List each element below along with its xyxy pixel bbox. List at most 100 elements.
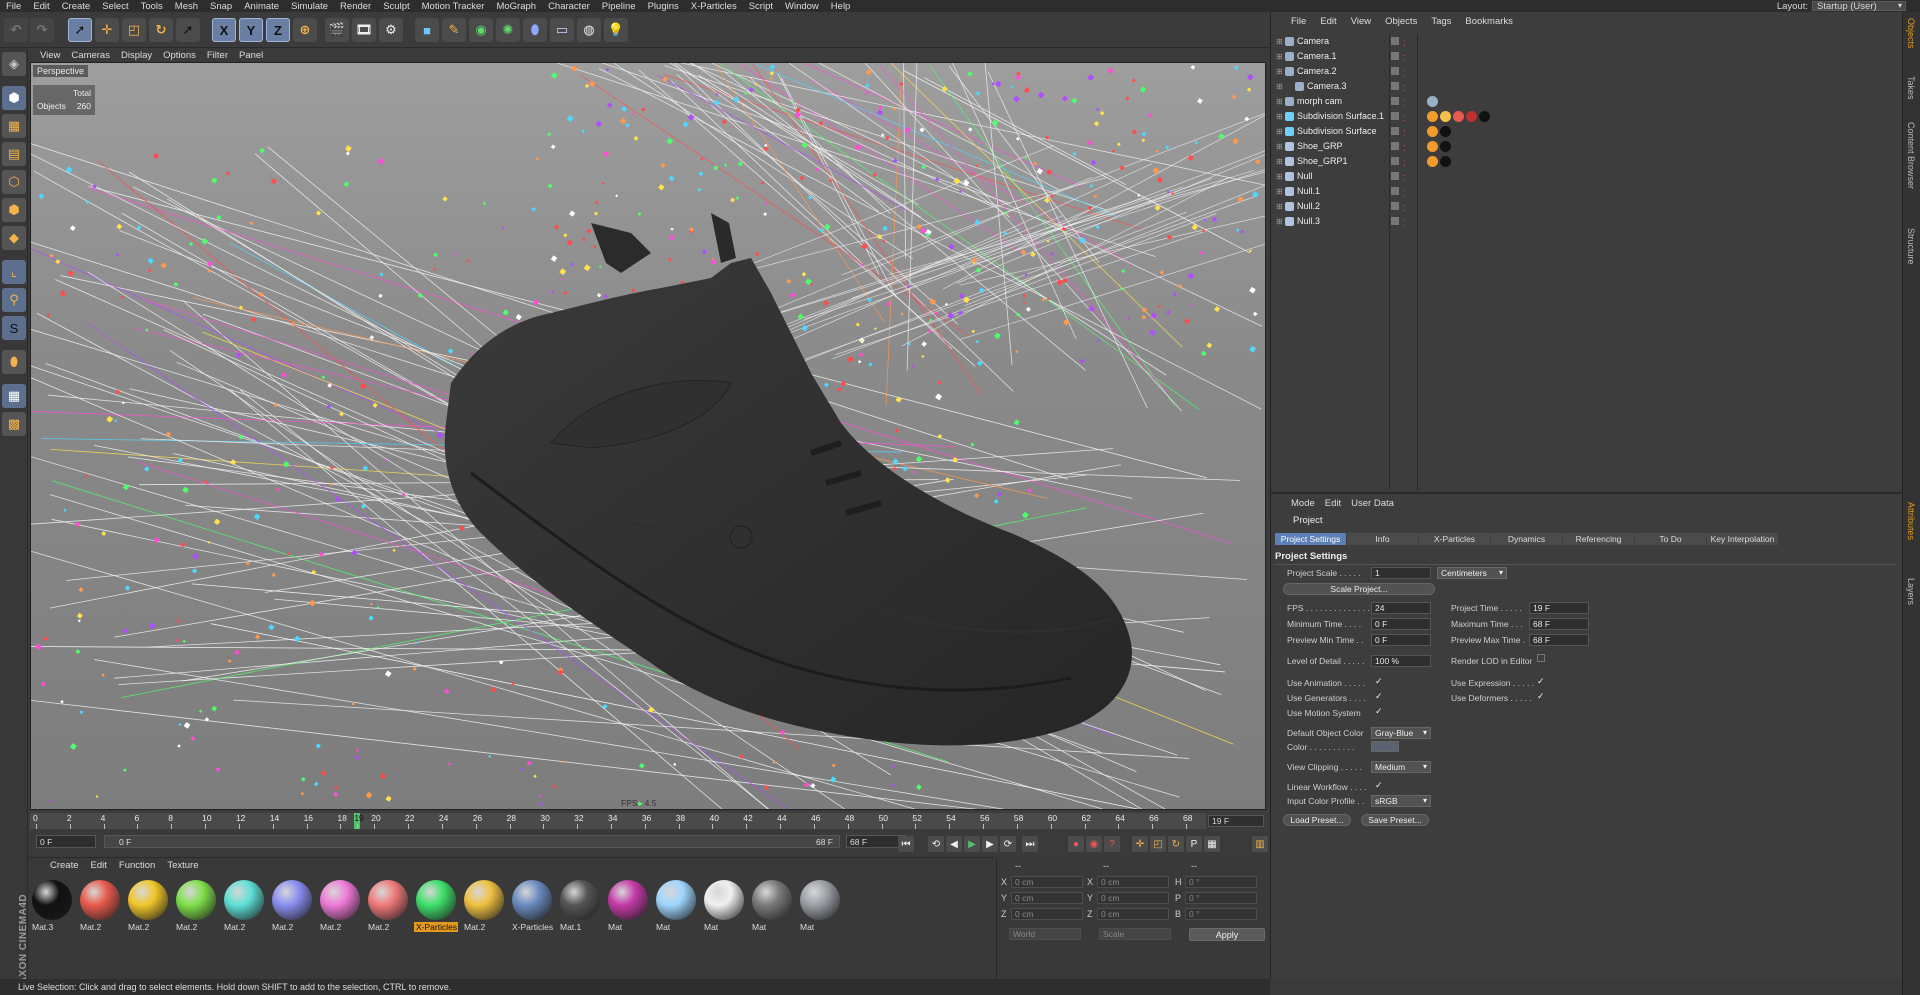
side-tab-layers[interactable]: Layers: [1906, 578, 1916, 605]
axis-mode-icon[interactable]: ⌞: [2, 260, 26, 284]
undo-icon[interactable]: ↶: [4, 18, 28, 42]
object-row[interactable]: ⊞ morph cam ⁚: [1275, 94, 1895, 109]
menu-create[interactable]: Create: [56, 1, 97, 12]
object-row[interactable]: ⊞ Shoe_GRP1 ⁚: [1275, 154, 1895, 169]
coord-value-field[interactable]: 0 °: [1185, 892, 1257, 904]
coord-value-field[interactable]: 0 °: [1185, 908, 1257, 920]
planar-workplane-icon[interactable]: ▩: [2, 412, 26, 436]
project-scale-unit-dropdown[interactable]: Centimeters: [1437, 567, 1507, 579]
tab-x-particles[interactable]: X-Particles: [1419, 533, 1490, 545]
object-name[interactable]: Subdivision Surface.1: [1297, 109, 1384, 124]
start-frame-field[interactable]: 0 F: [36, 835, 96, 848]
object-tag-icon[interactable]: [1466, 111, 1477, 122]
key-parameter-icon[interactable]: P: [1186, 836, 1202, 852]
expand-icon[interactable]: ⊞: [1276, 64, 1283, 79]
object-menu-edit[interactable]: Edit: [1320, 16, 1336, 30]
make-editable-icon[interactable]: ◈: [2, 52, 26, 76]
expand-icon[interactable]: ⊞: [1276, 124, 1283, 139]
material-swatch[interactable]: Mat.2: [222, 878, 266, 938]
project-time-field[interactable]: 19 F: [1529, 602, 1589, 614]
project-scale-field[interactable]: 1: [1371, 567, 1431, 579]
menu-sculpt[interactable]: Sculpt: [377, 1, 415, 12]
expand-icon[interactable]: ⊞: [1276, 139, 1283, 154]
view-clipping-dropdown[interactable]: Medium: [1371, 761, 1431, 773]
material-menu-edit[interactable]: Edit: [91, 860, 107, 874]
load-preset-button[interactable]: Load Preset...: [1283, 814, 1351, 826]
end-frame-field[interactable]: 68 F: [846, 835, 906, 848]
expand-icon[interactable]: ⊞: [1276, 169, 1283, 184]
object-row[interactable]: ⊞ Null.1 ⁚: [1275, 184, 1895, 199]
viewport-menu-filter[interactable]: Filter: [207, 50, 228, 61]
menu-help[interactable]: Help: [825, 1, 857, 12]
lock-workplane-icon[interactable]: ▦: [2, 384, 26, 408]
viewport-menu-options[interactable]: Options: [163, 50, 196, 61]
preview-range-slider[interactable]: 0 F 68 F: [104, 835, 840, 848]
object-name[interactable]: Null.1: [1297, 184, 1320, 199]
object-name[interactable]: Null: [1297, 169, 1313, 184]
key-scale-icon[interactable]: ◰: [1150, 836, 1166, 852]
y-axis-lock[interactable]: Y: [239, 18, 263, 42]
coordinate-system-icon[interactable]: ⊕: [293, 18, 317, 42]
apply-button[interactable]: Apply: [1189, 928, 1265, 941]
menu-character[interactable]: Character: [542, 1, 596, 12]
menu-motion-tracker[interactable]: Motion Tracker: [416, 1, 491, 12]
scale-project-button[interactable]: Scale Project...: [1283, 583, 1435, 595]
use-generators-checkbox[interactable]: ✓: [1375, 691, 1383, 702]
layout-dropdown[interactable]: Startup (User): [1812, 1, 1906, 11]
use-animation-checkbox[interactable]: ✓: [1375, 676, 1383, 687]
expand-icon[interactable]: ⊞: [1276, 214, 1283, 229]
object-tag-icon[interactable]: [1427, 111, 1438, 122]
expand-icon[interactable]: ⊞: [1276, 34, 1283, 49]
layer-swatch-icon[interactable]: [1391, 127, 1399, 135]
workplane-icon[interactable]: ▤: [2, 142, 26, 166]
material-swatch[interactable]: Mat.2: [462, 878, 506, 938]
timeline-ruler[interactable]: 0 2 4 6 8 10 12 14 16 18 19 20 22 24 26 28 30 32 34 36 38 40 4…: [30, 813, 1206, 829]
layer-swatch-icon[interactable]: [1391, 157, 1399, 165]
side-tab-attributes[interactable]: Attributes: [1906, 502, 1916, 540]
material-swatch[interactable]: X-Particles: [414, 878, 458, 938]
object-row[interactable]: ⊞ Camera ⁚: [1275, 34, 1895, 49]
min-time-field[interactable]: 0 F: [1371, 618, 1431, 630]
material-swatch[interactable]: Mat.2: [318, 878, 362, 938]
cube-icon[interactable]: ■: [415, 18, 439, 42]
layer-swatch-icon[interactable]: [1391, 112, 1399, 120]
layer-swatch-icon[interactable]: [1391, 172, 1399, 180]
object-name[interactable]: morph cam: [1297, 94, 1342, 109]
render-picture-viewer-icon[interactable]: 🎞: [352, 18, 376, 42]
previous-key-icon[interactable]: ⟲: [928, 836, 944, 852]
render-lod-checkbox[interactable]: [1537, 654, 1545, 662]
move-icon[interactable]: ✛: [95, 18, 119, 42]
menu-mograph[interactable]: MoGraph: [490, 1, 542, 12]
menu-edit[interactable]: Edit: [27, 1, 55, 12]
tab-dynamics[interactable]: Dynamics: [1491, 533, 1562, 545]
side-tab-content-browser[interactable]: Content Browser: [1906, 122, 1916, 189]
object-menu-bookmarks[interactable]: Bookmarks: [1465, 16, 1513, 30]
material-swatch[interactable]: Mat.3: [30, 878, 74, 938]
layer-swatch-icon[interactable]: [1391, 217, 1399, 225]
object-row[interactable]: ⊞ Shoe_GRP ⁚: [1275, 139, 1895, 154]
layer-swatch-icon[interactable]: [1391, 37, 1399, 45]
use-motion-system-checkbox[interactable]: ✓: [1375, 706, 1383, 717]
save-preset-button[interactable]: Save Preset...: [1361, 814, 1429, 826]
rotate-icon[interactable]: ↻: [149, 18, 173, 42]
menu-x-particles[interactable]: X-Particles: [685, 1, 743, 12]
expand-icon[interactable]: ⊞: [1276, 94, 1283, 109]
object-name[interactable]: Camera: [1297, 34, 1329, 49]
menu-script[interactable]: Script: [743, 1, 779, 12]
default-color-dropdown[interactable]: Gray-Blue: [1371, 727, 1431, 739]
menu-render[interactable]: Render: [334, 1, 377, 12]
coord-mode-dropdown[interactable]: Scale: [1099, 928, 1171, 940]
use-expression-checkbox[interactable]: ✓: [1537, 676, 1545, 687]
object-menu-objects[interactable]: Objects: [1385, 16, 1417, 30]
object-name[interactable]: Null.3: [1297, 214, 1320, 229]
material-tag-icon[interactable]: [1427, 141, 1438, 152]
coord-value-field[interactable]: 0 cm: [1097, 892, 1169, 904]
menu-mesh[interactable]: Mesh: [169, 1, 204, 12]
menu-tools[interactable]: Tools: [135, 1, 169, 12]
next-frame-icon[interactable]: ▶: [982, 836, 998, 852]
cloner-icon[interactable]: ✺: [496, 18, 520, 42]
preview-max-field[interactable]: 68 F: [1529, 634, 1589, 646]
material-menu-texture[interactable]: Texture: [167, 860, 198, 874]
layer-swatch-icon[interactable]: [1391, 67, 1399, 75]
material-swatch[interactable]: Mat.1: [558, 878, 602, 938]
